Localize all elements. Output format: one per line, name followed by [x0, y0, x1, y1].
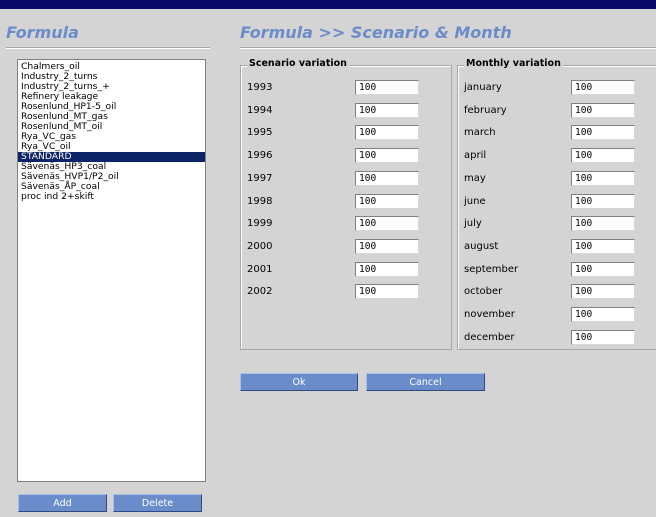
ok-button[interactable]: Ok — [240, 373, 358, 391]
monthly-label: january — [464, 82, 502, 93]
monthly-input[interactable]: 100 — [571, 307, 635, 322]
monthly-label: may — [464, 172, 486, 184]
scenario-year-label: 1995 — [247, 127, 273, 139]
monthly-input[interactable]: 100 — [571, 238, 635, 254]
delete-button[interactable]: Delete — [113, 494, 202, 512]
scenario-year-input[interactable]: 100 — [355, 125, 419, 141]
monthly-input[interactable]: 100 — [571, 102, 635, 118]
scenario-year-input[interactable]: 100 — [355, 148, 419, 164]
monthly-variation-group: Monthly variation january 100 february 100 m… — [457, 58, 656, 350]
monthly-input[interactable]: 100 — [571, 261, 635, 277]
scenario-year-label: 1997 — [247, 172, 273, 184]
monthly-input[interactable]: 100 — [571, 170, 635, 186]
scenario-year-label: 1998 — [247, 195, 273, 207]
monthly-label: june — [464, 195, 486, 207]
monthly-label: october — [464, 286, 503, 298]
scenario-year-input[interactable]: 100 — [355, 170, 419, 186]
scenario-year-label: 2002 — [247, 286, 273, 298]
add-button[interactable]: Add — [18, 494, 107, 512]
formula-list[interactable]: Chalmers_oil Industry_2_turns Industry_2_t… — [17, 59, 206, 482]
scenario-year-input[interactable]: 100 — [355, 216, 419, 232]
monthly-input[interactable]: 100 — [571, 80, 635, 95]
scenario-year-label: 1993 — [247, 82, 273, 93]
monthly-label: december — [464, 331, 515, 343]
scenario-title-divider — [240, 47, 656, 49]
monthly-label: november — [464, 309, 515, 320]
scenario-year-input[interactable]: 100 — [355, 261, 419, 277]
scenario-year-label: 1994 — [247, 104, 273, 116]
scenario-variation-group: Scenario variation 1993 100 1994 100 1995 100… — [240, 58, 452, 350]
monthly-label: march — [464, 127, 496, 139]
scenario-year-input[interactable]: 100 — [355, 193, 419, 209]
monthly-variation-legend: Monthly variation — [464, 58, 563, 69]
formula-panel: Formula Chalmers_oil Industry_2_turns Indu… — [0, 9, 225, 517]
list-item[interactable]: proc ind 2+skift — [18, 192, 205, 202]
scenario-year-input[interactable]: 100 — [355, 238, 419, 254]
monthly-input[interactable]: 100 — [571, 148, 635, 164]
scenario-year-label: 2001 — [247, 263, 273, 275]
monthly-label: july — [464, 218, 482, 230]
scenario-year-label: 1996 — [247, 150, 273, 162]
formula-panel-title: Formula — [6, 23, 79, 42]
scenario-variation-legend: Scenario variation — [247, 58, 349, 69]
window-top-bar — [0, 0, 656, 9]
monthly-input[interactable]: 100 — [571, 193, 635, 209]
monthly-input[interactable]: 100 — [571, 284, 635, 300]
formula-title-divider — [6, 47, 210, 49]
scenario-year-label: 1999 — [247, 218, 273, 230]
monthly-input[interactable]: 100 — [571, 329, 635, 345]
scenario-year-label: 2000 — [247, 240, 273, 252]
scenario-year-input[interactable]: 100 — [355, 284, 419, 300]
scenario-year-input[interactable]: 100 — [355, 102, 419, 118]
app-window: Formula Chalmers_oil Industry_2_turns Indu… — [0, 0, 656, 517]
cancel-button[interactable]: Cancel — [366, 373, 485, 391]
monthly-label: august — [464, 240, 499, 252]
monthly-label: february — [464, 104, 507, 116]
monthly-input[interactable]: 100 — [571, 216, 635, 232]
monthly-label: april — [464, 150, 487, 162]
monthly-input[interactable]: 100 — [571, 125, 635, 141]
scenario-year-input[interactable]: 100 — [355, 80, 419, 95]
monthly-label: september — [464, 263, 519, 275]
scenario-month-title: Formula >> Scenario & Month — [240, 23, 512, 42]
scenario-month-panel: Formula >> Scenario & Month Scenario var… — [225, 9, 656, 517]
